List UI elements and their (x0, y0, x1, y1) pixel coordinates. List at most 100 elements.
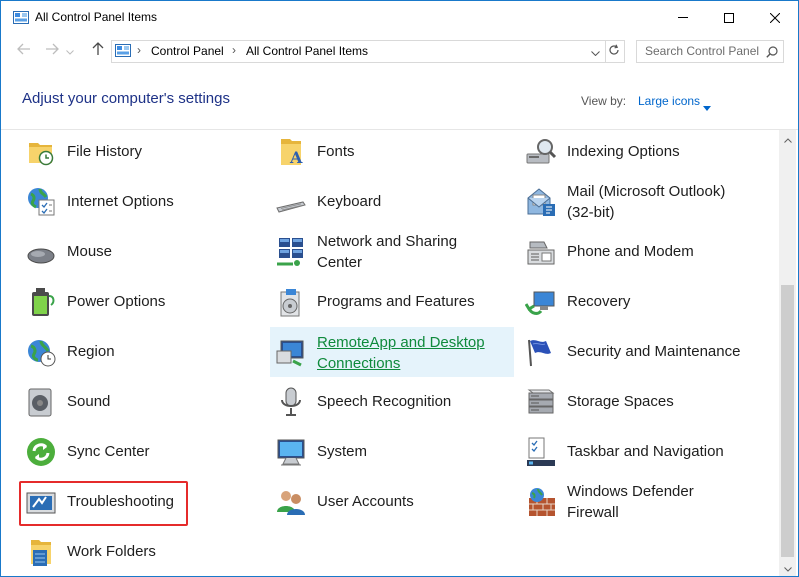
search-placeholder: Search Control Panel (645, 44, 760, 58)
scroll-up-button[interactable] (779, 130, 796, 147)
item-file-history[interactable]: File History (21, 131, 263, 173)
control-panel-window: All Control Panel Items › Control Panel … (0, 0, 799, 577)
power-options-icon (25, 286, 57, 318)
sync-center-icon (25, 436, 57, 468)
item-label: RemoteApp and Desktop Connections (317, 334, 485, 372)
item-network-sharing[interactable]: Network and Sharing Center (271, 231, 513, 273)
item-label: Taskbar and Navigation (567, 443, 724, 460)
item-windows-defender-firewall[interactable]: Windows Defender Firewall (521, 481, 763, 523)
item-security-maintenance[interactable]: Security and Maintenance (521, 331, 763, 373)
chevron-down-icon (783, 559, 792, 577)
item-storage-spaces[interactable]: Storage Spaces (521, 381, 763, 423)
item-region[interactable]: Region (21, 331, 263, 373)
item-label: Programs and Features (317, 293, 475, 310)
keyboard-icon (275, 186, 307, 218)
firewall-icon (525, 486, 557, 518)
programs-features-icon (275, 286, 307, 318)
item-label: Keyboard (317, 193, 382, 210)
address-dropdown-button[interactable] (585, 41, 605, 62)
indexing-options-icon (525, 136, 557, 168)
window-title: All Control Panel Items (35, 10, 158, 24)
user-accounts-icon (275, 486, 307, 518)
item-indexing-options[interactable]: Indexing Options (521, 131, 763, 173)
phone-modem-icon (525, 236, 557, 268)
item-label: Security and Maintenance (567, 343, 741, 360)
item-speech-recognition[interactable]: Speech Recognition (271, 381, 513, 423)
forward-button[interactable] (41, 41, 63, 61)
chevron-up-icon (783, 130, 792, 148)
item-sync-center[interactable]: Sync Center (21, 431, 263, 473)
file-history-icon (25, 136, 57, 168)
item-keyboard[interactable]: Keyboard (271, 181, 513, 223)
close-icon (770, 12, 780, 23)
work-folders-icon (25, 536, 57, 568)
up-arrow-icon (92, 41, 104, 61)
back-button[interactable] (13, 41, 35, 61)
sound-icon (25, 386, 57, 418)
recent-locations-button[interactable] (63, 41, 77, 61)
item-label: System (317, 443, 368, 460)
breadcrumb-control-panel[interactable]: Control Panel (151, 44, 224, 58)
content-header: Adjust your computer's settings View by:… (1, 67, 798, 130)
minimize-button[interactable] (660, 1, 706, 34)
chevron-right-icon: › (137, 43, 141, 57)
address-bar[interactable]: › Control Panel › All Control Panel Item… (111, 40, 606, 63)
page-heading: Adjust your computer's settings (22, 90, 230, 107)
internet-options-icon (25, 186, 57, 218)
mail-icon (525, 186, 557, 218)
chevron-down-icon (590, 43, 600, 61)
item-label: Work Folders (67, 543, 156, 560)
troubleshooting-highlight-box (19, 481, 188, 526)
refresh-icon (608, 43, 620, 61)
item-programs-features[interactable]: Programs and Features (271, 281, 513, 323)
svg-text:A: A (289, 148, 303, 167)
remoteapp-icon (275, 337, 307, 369)
chevron-down-icon[interactable] (703, 98, 711, 116)
item-label: Internet Options (67, 193, 174, 210)
search-box[interactable]: Search Control Panel (636, 40, 784, 63)
vertical-scrollbar[interactable] (779, 130, 796, 576)
item-label: Mail (Microsoft Outlook) (32-bit) (567, 183, 726, 221)
item-system[interactable]: System (271, 431, 513, 473)
item-label: Sync Center (67, 443, 150, 460)
up-button[interactable] (87, 41, 109, 61)
scroll-down-button[interactable] (779, 559, 796, 576)
maximize-button[interactable] (706, 1, 752, 34)
chevron-down-icon (66, 42, 74, 60)
item-phone-modem[interactable]: Phone and Modem (521, 231, 763, 273)
fonts-icon: A (275, 136, 307, 168)
microphone-icon (275, 386, 307, 418)
item-sound[interactable]: Sound (21, 381, 263, 423)
view-by-label: View by: (581, 94, 627, 108)
item-power-options[interactable]: Power Options (21, 281, 263, 323)
item-mouse[interactable]: Mouse (21, 231, 263, 273)
minimize-icon (678, 17, 688, 18)
item-recovery[interactable]: Recovery (521, 281, 763, 323)
item-label: Power Options (67, 293, 166, 310)
scroll-thumb[interactable] (781, 285, 794, 557)
security-flag-icon (525, 336, 557, 368)
item-label: Windows Defender Firewall (567, 483, 694, 521)
mouse-icon (25, 236, 57, 268)
item-label: Speech Recognition (317, 393, 452, 410)
system-icon (275, 436, 307, 468)
title-bar: All Control Panel Items (1, 1, 798, 35)
item-mail[interactable]: Mail (Microsoft Outlook) (32-bit) (521, 181, 763, 223)
view-by-dropdown[interactable]: Large icons (638, 94, 700, 108)
forward-arrow-icon (45, 42, 59, 60)
item-fonts[interactable]: A Fonts (271, 131, 513, 173)
search-icon[interactable] (766, 45, 778, 63)
recovery-icon (524, 286, 557, 318)
item-label: Sound (67, 393, 111, 410)
item-remoteapp[interactable]: RemoteApp and Desktop Connections (270, 327, 514, 377)
item-internet-options[interactable]: Internet Options (21, 181, 263, 223)
item-user-accounts[interactable]: User Accounts (271, 481, 513, 523)
breadcrumb-all-items[interactable]: All Control Panel Items (246, 44, 368, 58)
item-label: Storage Spaces (567, 393, 674, 410)
close-button[interactable] (752, 1, 798, 34)
taskbar-icon (525, 436, 557, 468)
item-label: Indexing Options (567, 143, 680, 160)
refresh-button[interactable] (604, 40, 625, 63)
item-taskbar-navigation[interactable]: Taskbar and Navigation (521, 431, 763, 473)
item-work-folders[interactable]: Work Folders (21, 531, 263, 573)
